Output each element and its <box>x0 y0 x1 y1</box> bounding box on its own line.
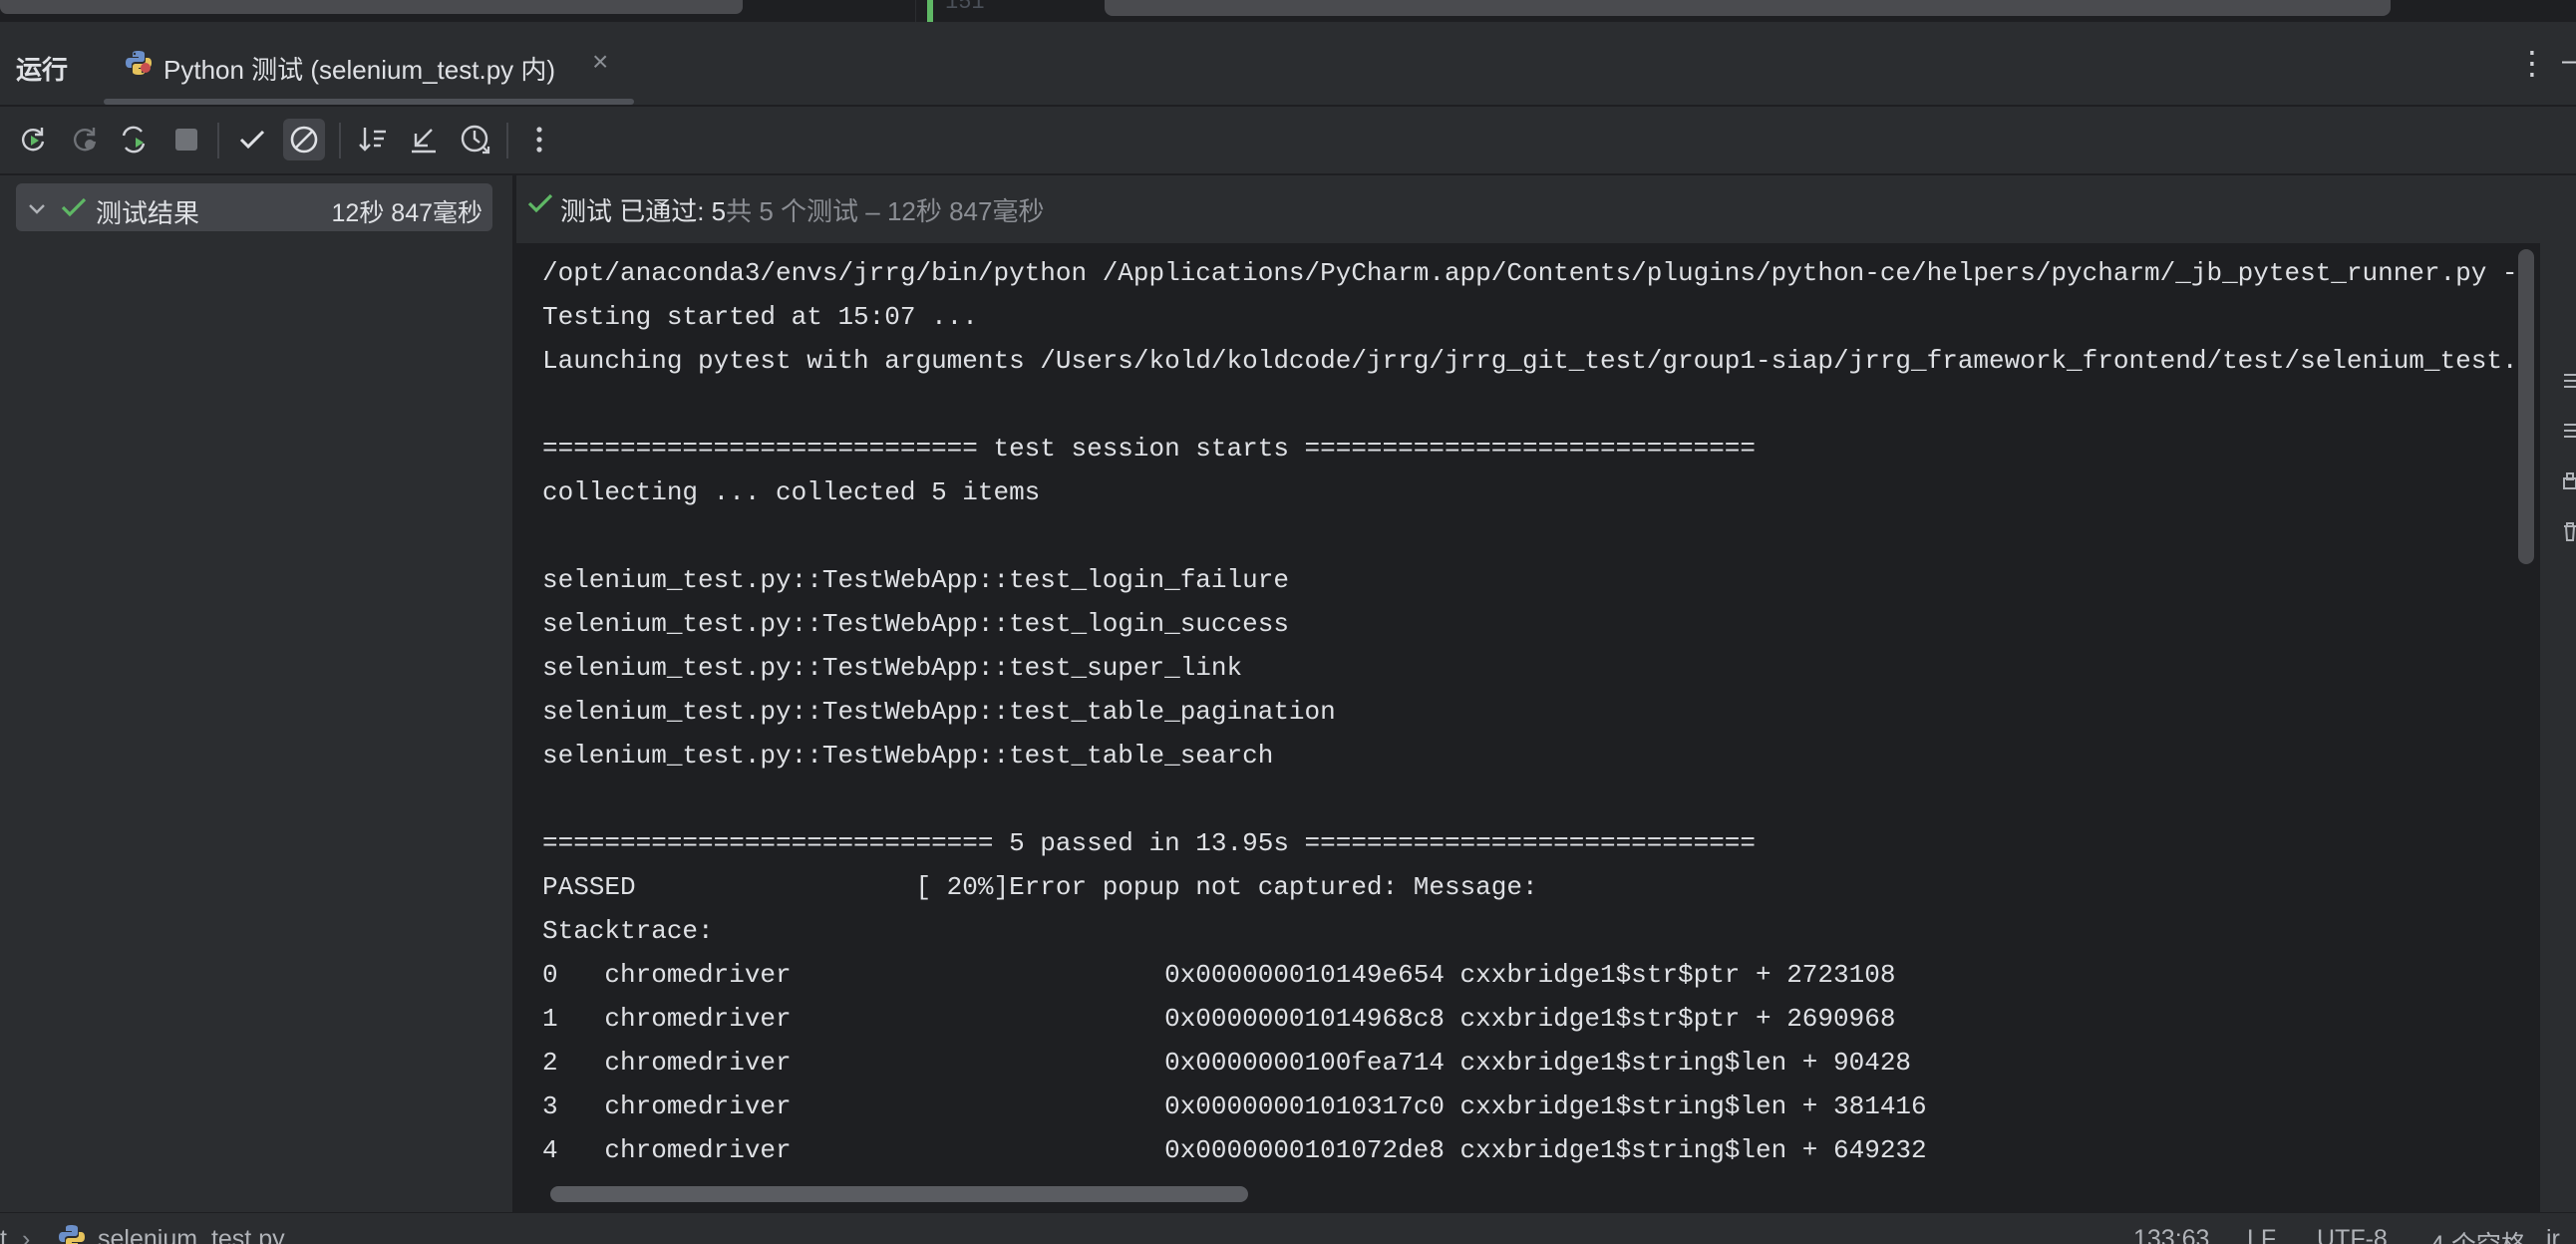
editor-gutter <box>915 0 1095 22</box>
tree-root-row[interactable]: 测试结果 12秒 847毫秒 <box>16 183 492 231</box>
toolbar-separator <box>506 123 508 158</box>
console-line: Stacktrace: <box>542 916 714 946</box>
tool-window-title: 运行 <box>16 55 69 85</box>
scroll-to-end-icon[interactable] <box>2564 421 2576 441</box>
breadcrumb-chevron: › <box>22 1225 31 1244</box>
check-icon <box>61 197 87 217</box>
tree-root-label: 测试结果 <box>96 198 200 228</box>
console-vertical-scrollbar[interactable] <box>2518 249 2534 564</box>
test-results-tree: 测试结果 12秒 847毫秒 <box>0 175 514 1212</box>
console-line: selenium_test.py::TestWebApp::test_table… <box>542 741 1274 771</box>
console-line: PASSED [ 20%]Error popup not captured: M… <box>542 872 1554 902</box>
console-line: ============================= 5 passed i… <box>542 828 1756 858</box>
close-tab-icon[interactable]: × <box>592 46 608 78</box>
editor-residual-strip: 151 <box>0 0 2576 22</box>
more-options-icon[interactable]: ⋮ <box>2516 44 2548 82</box>
minimize-icon[interactable]: – <box>2562 44 2576 78</box>
status-summary: 测试 已通过: 5共 5 个测试 – 12秒 847毫秒 <box>560 191 1044 228</box>
more-icon[interactable] <box>518 119 560 160</box>
console-horizontal-scrollbar[interactable] <box>550 1186 1248 1202</box>
caret-position[interactable]: 133:63 <box>2133 1225 2209 1244</box>
soft-wrap-icon[interactable] <box>2564 371 2576 391</box>
tree-root-duration: 12秒 847毫秒 <box>331 199 483 227</box>
console-output[interactable]: /opt/anaconda3/envs/jrrg/bin/python /App… <box>516 243 2514 1212</box>
toolbar-separator <box>339 123 341 158</box>
sort-icon[interactable] <box>353 119 395 160</box>
toggle-auto-test-icon[interactable] <box>114 119 156 160</box>
editor-horizontal-scrollbar-left[interactable] <box>0 0 743 14</box>
vcs-change-marker[interactable] <box>927 0 933 22</box>
line-ending[interactable]: LF <box>2247 1225 2276 1244</box>
test-status-line: 测试 已通过: 5共 5 个测试 – 12秒 847毫秒 <box>516 175 2576 243</box>
ide-status-bar: t › selenium_test.py 133:63 LF UTF-8 4 个… <box>0 1212 2576 1244</box>
status-total: 共 5 个测试 – 12秒 847毫秒 <box>726 196 1045 226</box>
test-runner-toolbar <box>0 107 2576 174</box>
editor-horizontal-scrollbar-right[interactable] <box>1105 0 2391 16</box>
stop-icon[interactable] <box>165 119 207 160</box>
console-line: 1 chromedriver 0x00000001014968c8 cxxbri… <box>542 1004 1896 1034</box>
trash-icon[interactable] <box>2562 520 2576 542</box>
history-icon[interactable] <box>455 119 496 160</box>
console-lines: /opt/anaconda3/envs/jrrg/bin/python /App… <box>542 251 2514 1212</box>
chevron-down-icon[interactable] <box>24 195 50 221</box>
console-line: 0 chromedriver 0x000000010149e654 cxxbri… <box>542 960 1896 990</box>
tab-python-tests[interactable]: Python 测试 (selenium_test.py 内) × <box>104 22 634 106</box>
toolbar-separator <box>217 123 219 158</box>
tab-label: Python 测试 (selenium_test.py 内) <box>163 55 556 85</box>
console-line: collecting ... collected 5 items <box>542 477 1041 507</box>
status-passed: 测试 已通过: 5 <box>560 196 727 226</box>
show-ignored-icon[interactable] <box>283 119 325 160</box>
python-test-icon <box>126 51 152 75</box>
python-file-icon <box>59 1225 85 1244</box>
console-line: /opt/anaconda3/envs/jrrg/bin/python /App… <box>542 258 2514 288</box>
file-encoding[interactable]: UTF-8 <box>2317 1225 2388 1244</box>
breadcrumb-project[interactable]: t <box>0 1225 7 1244</box>
collapse-icon[interactable] <box>403 119 445 160</box>
console-line: 2 chromedriver 0x0000000100fea714 cxxbri… <box>542 1048 1912 1078</box>
run-tool-window-header: 运行 Python 测试 (selenium_test.py 内) × ⋮ – <box>0 22 2576 106</box>
print-icon[interactable] <box>2562 470 2576 492</box>
console-line: 4 chromedriver 0x0000000101072de8 cxxbri… <box>542 1135 1927 1165</box>
rerun-failed-icon[interactable] <box>64 119 106 160</box>
console-line: selenium_test.py::TestWebApp::test_table… <box>542 697 1336 727</box>
console-line: selenium_test.py::TestWebApp::test_super… <box>542 653 1243 683</box>
active-tab-indicator <box>104 99 634 105</box>
console-line: Launching pytest with arguments /Users/k… <box>542 346 2514 376</box>
rerun-icon[interactable] <box>12 119 54 160</box>
console-line: 3 chromedriver 0x00000001010317c0 cxxbri… <box>542 1091 1927 1121</box>
breadcrumb-file[interactable]: selenium_test.py <box>98 1225 285 1244</box>
console-line: Testing started at 15:07 ... <box>542 302 978 332</box>
editor-line-number: 151 <box>945 0 985 15</box>
indent-setting[interactable]: 4 个空格 <box>2430 1225 2526 1244</box>
console-line: selenium_test.py::TestWebApp::test_login… <box>542 565 1289 595</box>
console-line: ============================ test sessio… <box>542 434 1756 464</box>
check-icon <box>527 193 553 213</box>
interpreter-selector[interactable]: jr <box>2546 1225 2560 1244</box>
show-passed-icon[interactable] <box>231 119 273 160</box>
console-line: selenium_test.py::TestWebApp::test_login… <box>542 609 1289 639</box>
